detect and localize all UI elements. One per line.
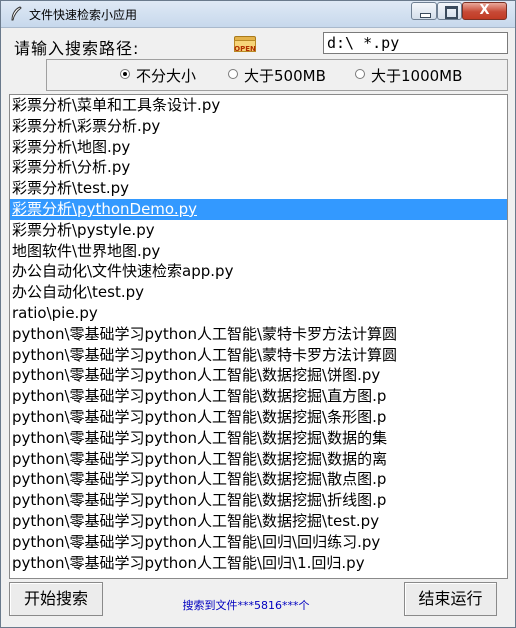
list-item[interactable]: python\零基础学习python人工智能\数据挖掘\数据的集 xyxy=(10,428,507,449)
radio-over-1000mb-label: 大于1000MB xyxy=(371,67,463,85)
list-item[interactable]: 彩票分析\菜单和工具条设计.py xyxy=(10,95,507,116)
list-item[interactable]: 彩票分析\彩票分析.py xyxy=(10,116,507,137)
radio-any-size-label: 不分大小 xyxy=(136,67,197,85)
search-path-input[interactable]: d:\ *.py xyxy=(323,32,508,54)
result-count-status: 搜索到文件***5816***个 xyxy=(182,599,310,612)
end-run-button[interactable]: 结束运行 xyxy=(404,582,497,616)
list-item[interactable]: 彩票分析\pystyle.py xyxy=(10,220,507,241)
list-item[interactable]: python\零基础学习python人工智能\回归\1.回归.py xyxy=(10,553,507,574)
list-item[interactable]: 地图软件\世界地图.py xyxy=(10,241,507,262)
list-item[interactable]: ratio\pie.py xyxy=(10,303,507,324)
window-title: 文件快速检索小应用 xyxy=(29,8,138,22)
list-item[interactable]: 彩票分析\分析.py xyxy=(10,157,507,178)
path-label: 请输入搜索路径: xyxy=(14,39,140,58)
open-folder-button[interactable]: OPEN xyxy=(232,31,258,56)
start-search-button[interactable]: 开始搜索 xyxy=(9,582,103,616)
feather-icon xyxy=(11,6,22,21)
list-item[interactable]: 彩票分析\test.py xyxy=(10,178,507,199)
close-icon: X xyxy=(479,3,490,18)
list-item[interactable]: python\零基础学习python人工智能\数据挖掘\散点图.p xyxy=(10,469,507,490)
list-item[interactable]: 办公自动化\文件快速检索app.py xyxy=(10,261,507,282)
list-item[interactable]: python\零基础学习python人工智能\数据挖掘\条形图.p xyxy=(10,407,507,428)
list-item[interactable]: 彩票分析\地图.py xyxy=(10,137,507,158)
open-icon-label: OPEN xyxy=(234,45,256,53)
title-bar: 文件快速检索小应用 X xyxy=(1,1,515,28)
list-item[interactable]: python\零基础学习python人工智能\蒙特卡罗方法计算圆 xyxy=(10,324,507,345)
radio-over-500mb-label: 大于500MB xyxy=(244,67,326,85)
list-item[interactable]: python\零基础学习python人工智能\数据挖掘\饼图.py xyxy=(10,365,507,386)
list-item[interactable]: python\零基础学习python人工智能\蒙特卡罗方法计算圆 xyxy=(10,345,507,366)
radio-over-500mb-circle[interactable] xyxy=(228,69,238,79)
list-item[interactable]: python\零基础学习python人工智能\数据挖掘\折线图.p xyxy=(10,490,507,511)
minimize-button[interactable] xyxy=(411,2,437,20)
radio-over-1000mb-circle[interactable] xyxy=(355,69,365,79)
results-listbox[interactable]: 彩票分析\菜单和工具条设计.py 彩票分析\彩票分析.py 彩票分析\地图.py 彩票… xyxy=(9,94,508,579)
app-window: 文件快速检索小应用 X 请输入搜索路径: OPEN d:\ *.py 不分大小 … xyxy=(0,0,516,628)
list-item[interactable]: 彩票分析\pythonDemo.py xyxy=(10,198,507,220)
list-item[interactable]: python\零基础学习python人工智能\回归\回归练习.py xyxy=(10,532,507,553)
list-item[interactable]: python\零基础学习python人工智能\数据挖掘\数据的离 xyxy=(10,449,507,470)
list-item[interactable]: python\零基础学习python人工智能\数据挖掘\test.py xyxy=(10,511,507,532)
radio-any-size-circle[interactable] xyxy=(120,69,130,79)
list-item[interactable]: python\零基础学习python人工智能\数据挖掘\直方图.p xyxy=(10,386,507,407)
size-filter-group: 不分大小 大于500MB 大于1000MB xyxy=(46,59,508,91)
maximize-button[interactable] xyxy=(437,2,462,20)
close-button[interactable]: X xyxy=(462,2,507,20)
list-item[interactable]: 办公自动化\test.py xyxy=(10,282,507,303)
